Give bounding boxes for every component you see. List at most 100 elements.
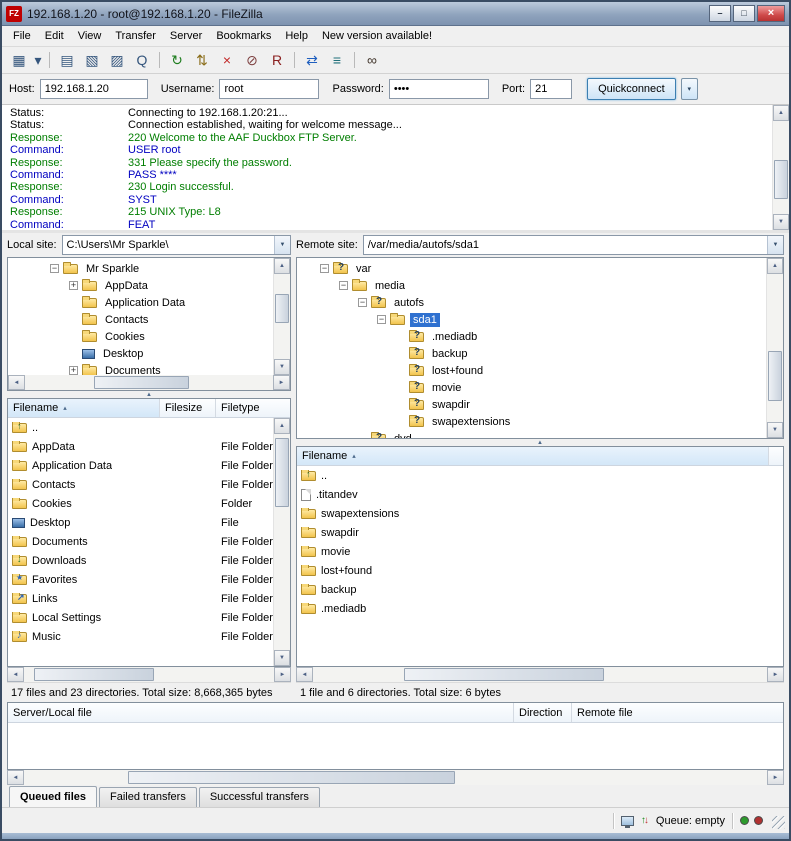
site-manager-dropdown[interactable]: ▾ [32, 49, 44, 71]
menu-item[interactable]: Bookmarks [209, 27, 278, 45]
scrollbar-thumb[interactable] [404, 668, 604, 681]
scroll-down-button[interactable] [274, 650, 290, 666]
password-input[interactable] [389, 79, 489, 99]
local-site-combo[interactable]: C:\Users\Mr Sparkle\ [62, 235, 291, 255]
tree-item[interactable]: media [297, 277, 765, 294]
directory-comparison-button[interactable]: ⇄ [300, 49, 324, 71]
swapdir[interactable]: swapdir [297, 523, 783, 542]
Local Settings[interactable]: Local Settings File Folder [8, 608, 273, 627]
tree-item[interactable]: autofs [297, 294, 765, 311]
username-input[interactable] [219, 79, 319, 99]
expander-icon[interactable] [50, 264, 59, 273]
tree-item[interactable]: Contacts [8, 311, 272, 328]
Links[interactable]: Links File Folder [8, 589, 273, 608]
toggle-queue-button[interactable]: Q [130, 49, 154, 71]
..[interactable]: .. [8, 418, 273, 437]
swapextensions[interactable]: swapextensions [297, 504, 783, 523]
tree-item[interactable]: AppData [8, 277, 272, 294]
scroll-up-button[interactable] [274, 258, 290, 274]
expander-icon[interactable] [69, 281, 78, 290]
menu-item[interactable]: Transfer [108, 27, 163, 45]
Contacts[interactable]: Contacts File Folder [8, 475, 273, 494]
scroll-right-button[interactable] [274, 667, 291, 682]
remote-site-combo[interactable]: /var/media/autofs/sda1 [363, 235, 784, 255]
tree-item[interactable]: backup [297, 345, 765, 362]
sync-browsing-button[interactable]: ≡ [325, 49, 349, 71]
quickconnect-button[interactable]: Quickconnect [587, 78, 676, 100]
..[interactable]: .. [297, 466, 783, 485]
minimize-button[interactable] [709, 5, 731, 22]
quickconnect-dropdown-button[interactable]: ▾ [681, 78, 698, 100]
expander-icon[interactable] [320, 264, 329, 273]
column-header-filename[interactable]: Filename [8, 399, 160, 417]
.titandev[interactable]: .titandev [297, 485, 783, 504]
menu-item[interactable]: View [71, 27, 109, 45]
Desktop[interactable]: Desktop File [8, 513, 273, 532]
Cookies[interactable]: Cookies Folder [8, 494, 273, 513]
.mediadb[interactable]: .mediadb [297, 599, 783, 618]
menu-item[interactable]: New version available! [315, 27, 439, 45]
scrollbar-thumb[interactable] [275, 294, 289, 323]
scroll-left-button[interactable] [7, 667, 24, 682]
site-manager-button[interactable]: ▦ [7, 49, 31, 71]
movie[interactable]: movie [297, 542, 783, 561]
close-button[interactable] [757, 5, 785, 22]
find-files-button[interactable]: ∞ [360, 49, 384, 71]
tree-item[interactable]: movie [297, 379, 765, 396]
column-header-server-local-file[interactable]: Server/Local file [8, 703, 514, 722]
scroll-down-button[interactable] [767, 422, 783, 438]
expander-icon[interactable] [69, 366, 78, 375]
resize-grip-icon[interactable] [772, 816, 785, 829]
scroll-left-button[interactable] [8, 375, 25, 390]
scroll-down-button[interactable] [274, 359, 290, 375]
local-list-vertical-scrollbar[interactable] [273, 418, 290, 666]
expander-icon[interactable] [377, 315, 386, 324]
scroll-right-button[interactable] [767, 770, 784, 785]
local-tree-vertical-scrollbar[interactable] [273, 258, 290, 375]
menu-item[interactable]: Edit [38, 27, 71, 45]
toggle-local-tree-button[interactable]: ▧ [80, 49, 104, 71]
Downloads[interactable]: Downloads File Folder [8, 551, 273, 570]
menu-item[interactable]: Server [163, 27, 209, 45]
column-header-filetype[interactable]: Filetype [216, 399, 290, 417]
host-input[interactable] [40, 79, 148, 99]
Music[interactable]: Music File Folder [8, 627, 273, 646]
scrollbar-thumb[interactable] [34, 668, 154, 681]
cancel-button[interactable]: × [215, 49, 239, 71]
toggle-remote-tree-button[interactable]: ▨ [105, 49, 129, 71]
column-header-filesize[interactable]: Filesize [160, 399, 216, 417]
scrollbar-thumb[interactable] [128, 771, 455, 784]
process-queue-button[interactable]: ⇅ [190, 49, 214, 71]
maximize-button[interactable] [733, 5, 755, 22]
scroll-left-button[interactable] [296, 667, 313, 682]
scroll-up-button[interactable] [773, 105, 789, 121]
speed-limit-icon[interactable] [621, 816, 634, 826]
scrollbar-thumb[interactable] [94, 376, 188, 389]
expander-icon[interactable] [339, 281, 348, 290]
backup[interactable]: backup [297, 580, 783, 599]
tree-item[interactable]: Application Data [8, 294, 272, 311]
menu-item[interactable]: Help [278, 27, 315, 45]
disconnect-button[interactable]: ⊘ [240, 49, 264, 71]
tree-item[interactable]: lost+found [297, 362, 765, 379]
expander-icon[interactable] [358, 298, 367, 307]
tree-item[interactable]: Documents [8, 362, 272, 375]
queue-horizontal-scrollbar[interactable] [7, 770, 784, 785]
scroll-up-button[interactable] [767, 258, 783, 274]
tree-item[interactable]: dvd [297, 430, 765, 438]
Documents[interactable]: Documents File Folder [8, 532, 273, 551]
local-tree-horizontal-scrollbar[interactable] [8, 375, 290, 390]
remote-horizontal-splitter[interactable] [296, 439, 784, 446]
tree-item[interactable]: Cookies [8, 328, 272, 345]
tree-item[interactable]: .mediadb [297, 328, 765, 345]
tree-item[interactable]: Mr Sparkle [8, 260, 272, 277]
chevron-down-icon[interactable] [274, 236, 290, 254]
scrollbar-thumb[interactable] [774, 160, 788, 199]
Application Data[interactable]: Application Data File Folder [8, 456, 273, 475]
scrollbar-thumb[interactable] [275, 438, 289, 507]
toggle-message-log-button[interactable]: ▤ [55, 49, 79, 71]
chevron-down-icon[interactable] [767, 236, 783, 254]
remote-list-horizontal-scrollbar[interactable] [296, 667, 784, 682]
menu-item[interactable]: File [6, 27, 38, 45]
tab[interactable]: Failed transfers [99, 787, 197, 807]
